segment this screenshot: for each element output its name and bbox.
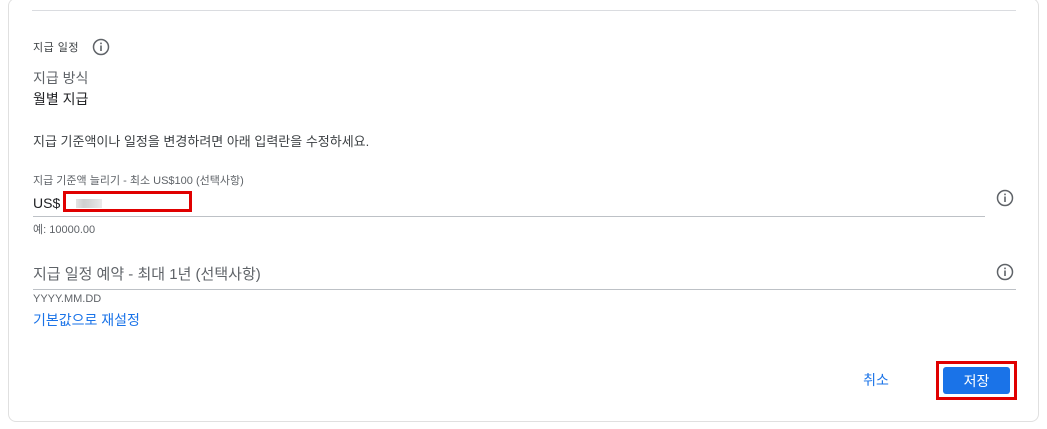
reset-to-default-link[interactable]: 기본값으로 재설정 xyxy=(33,310,140,330)
threshold-input[interactable]: US$ xyxy=(33,190,985,217)
redacted-value xyxy=(76,199,102,208)
threshold-value-highlight[interactable] xyxy=(63,191,192,212)
info-icon[interactable] xyxy=(92,38,110,56)
date-format-hint: YYYY.MM.DD xyxy=(33,293,102,305)
threshold-info-icon[interactable] xyxy=(996,189,1014,207)
cancel-button[interactable]: 취소 xyxy=(846,364,906,396)
save-button-highlight: 저장 xyxy=(936,361,1017,400)
schedule-date-input[interactable]: 지급 일정 예약 - 최대 1년 (선택사항) xyxy=(33,257,1016,290)
schedule-info-icon[interactable] xyxy=(996,263,1014,281)
payment-method-label: 지급 방식 xyxy=(33,70,89,86)
threshold-example-hint: 예: 10000.00 xyxy=(33,224,96,236)
divider xyxy=(32,10,1016,11)
schedule-placeholder: 지급 일정 예약 - 최대 1년 (선택사항) xyxy=(33,265,261,283)
currency-prefix: US$ xyxy=(33,195,61,211)
save-button[interactable]: 저장 xyxy=(943,367,1010,394)
payment-schedule-title: 지급 일정 xyxy=(33,42,80,54)
threshold-field-label: 지급 기준액 늘리기 - 최소 US$100 (선택사항) xyxy=(33,175,244,187)
payment-method-value: 월별 지급 xyxy=(33,91,89,107)
instructions-text: 지급 기준액이나 일정을 변경하려면 아래 입력란을 수정하세요. xyxy=(33,134,370,149)
payment-schedule-header: 지급 일정 xyxy=(33,38,110,56)
